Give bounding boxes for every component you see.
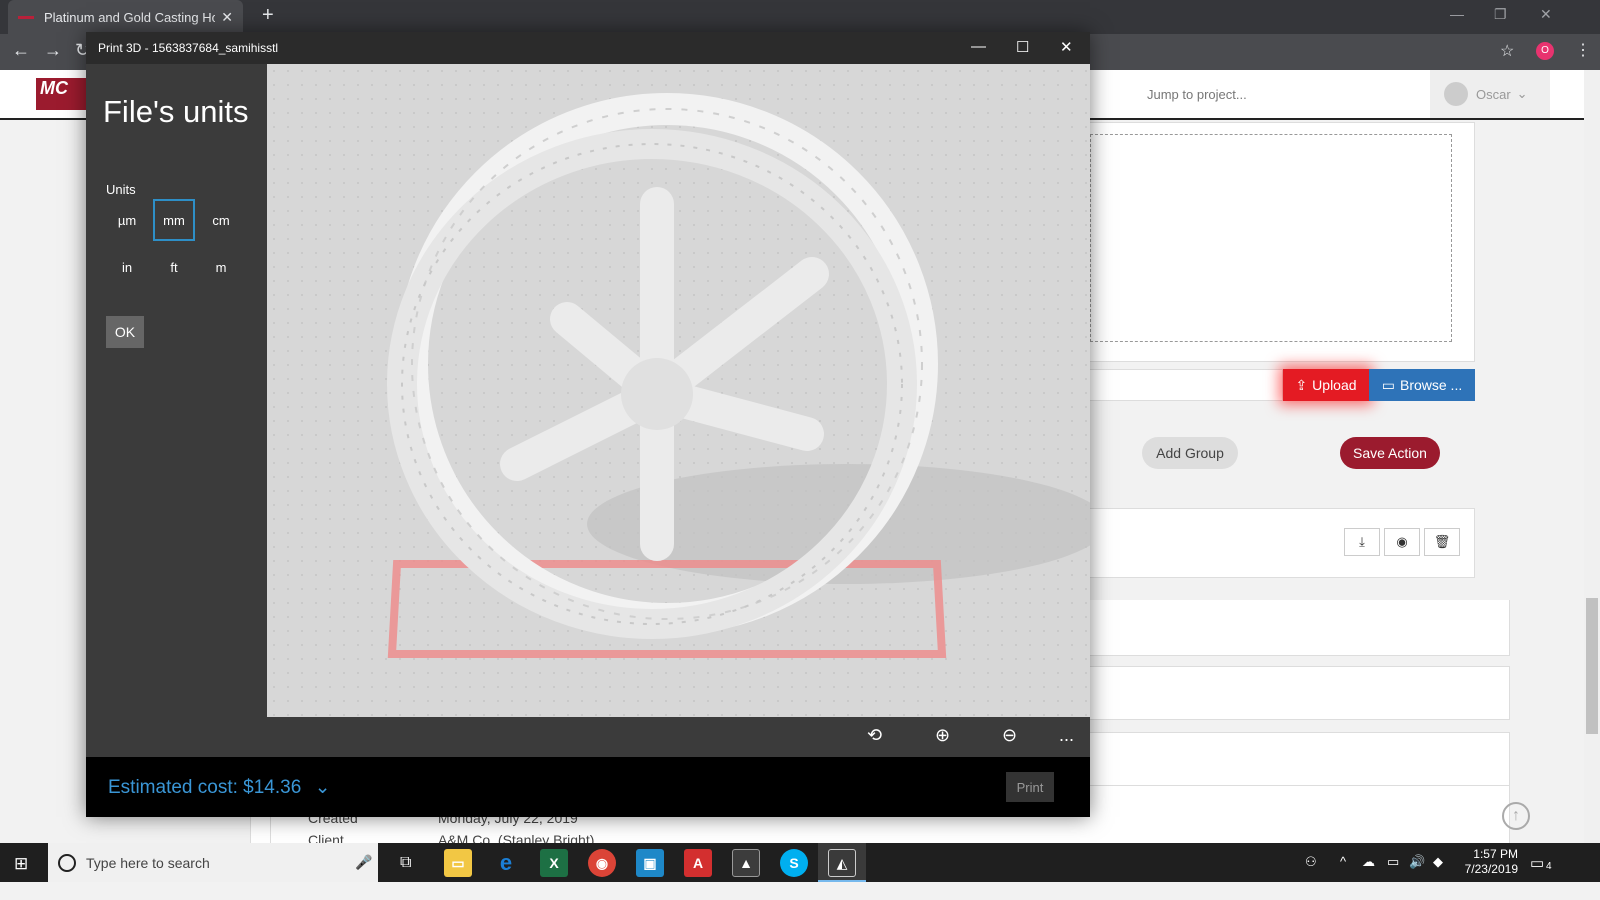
site-favicon-icon bbox=[18, 15, 34, 19]
bookmark-star-icon[interactable]: ☆ bbox=[1500, 41, 1514, 61]
browser-minimize-button[interactable]: — bbox=[1450, 6, 1464, 22]
unit-option-m[interactable]: m bbox=[200, 246, 242, 288]
download-button[interactable]: ⤓ bbox=[1344, 528, 1380, 556]
ok-button[interactable]: OK bbox=[106, 316, 144, 348]
save-action-button[interactable]: Save Action bbox=[1340, 437, 1440, 469]
remote-desktop-icon[interactable]: ▣ bbox=[636, 849, 664, 877]
folder-open-icon: ▭ bbox=[1381, 376, 1395, 393]
clock-time: 1:57 PM bbox=[1473, 847, 1518, 861]
user-avatar-icon bbox=[1444, 82, 1468, 106]
upload-icon: ⇪ bbox=[1295, 376, 1308, 393]
chevron-down-icon: ⌄ bbox=[314, 777, 331, 798]
unit-option-ft[interactable]: ft bbox=[153, 246, 195, 288]
forward-arrow-icon[interactable]: → bbox=[44, 40, 62, 61]
scrollbar-thumb[interactable] bbox=[1586, 598, 1598, 734]
upload-label: Upload bbox=[1312, 377, 1357, 393]
reset-view-icon[interactable]: ⟲ bbox=[867, 725, 882, 746]
section-panel bbox=[1080, 732, 1510, 786]
download-icon: ⤓ bbox=[1359, 534, 1365, 549]
system-clock[interactable]: 1:57 PM 7/23/2019 bbox=[1448, 847, 1518, 877]
user-name: Oscar bbox=[1476, 86, 1511, 102]
print3d-window: Print 3D - 1563837684_samihisstl — ☐ ✕ F… bbox=[86, 32, 1090, 817]
ring-model-render bbox=[387, 93, 1090, 658]
excel-icon[interactable]: X bbox=[540, 849, 568, 877]
print3d-taskbar-button[interactable]: ◭ bbox=[818, 843, 866, 882]
people-icon[interactable]: ⚇ bbox=[1305, 854, 1317, 870]
unit-option-cm[interactable]: cm bbox=[200, 199, 242, 241]
profile-avatar[interactable]: O bbox=[1536, 42, 1554, 60]
print3d-window-title: Print 3D - 1563837684_samihisstl bbox=[98, 41, 279, 55]
user-menu[interactable]: Oscar ⌄ bbox=[1430, 70, 1550, 118]
more-options-icon[interactable]: ... bbox=[1059, 725, 1074, 746]
zoom-in-icon[interactable]: ⊕ bbox=[935, 725, 950, 746]
add-group-button[interactable]: Add Group bbox=[1142, 437, 1238, 469]
print3d-maximize-button[interactable]: ☐ bbox=[1016, 38, 1029, 56]
estimated-cost-toggle[interactable]: Estimated cost: $14.36 ⌄ bbox=[108, 776, 330, 799]
file-explorer-icon[interactable]: ▭ bbox=[444, 849, 472, 877]
task-view-icon[interactable]: ⧉ bbox=[400, 854, 411, 872]
clock-date: 7/23/2019 bbox=[1464, 862, 1518, 876]
panel-heading: File's units bbox=[103, 94, 249, 129]
acrobat-icon[interactable]: A bbox=[684, 849, 712, 877]
search-placeholder: Type here to search bbox=[86, 854, 210, 871]
jump-to-project-input[interactable]: Jump to project... bbox=[1135, 70, 1425, 118]
upload-button[interactable]: ⇪ Upload bbox=[1283, 369, 1369, 401]
preview-button[interactable]: ◉ bbox=[1384, 528, 1420, 556]
unit-option-in[interactable]: in bbox=[106, 246, 148, 288]
show-hidden-icons-icon[interactable]: ^ bbox=[1340, 854, 1346, 869]
windows-start-icon[interactable]: ⊞ bbox=[14, 854, 28, 874]
section-panel bbox=[1080, 666, 1510, 720]
new-tab-button[interactable]: + bbox=[262, 4, 274, 27]
microphone-icon[interactable]: 🎤 bbox=[355, 854, 372, 871]
back-arrow-icon[interactable]: ← bbox=[12, 40, 30, 61]
photos-icon[interactable]: ▲ bbox=[732, 849, 760, 877]
zoom-out-icon[interactable]: ⊖ bbox=[1002, 725, 1017, 746]
print-button[interactable]: Print bbox=[1006, 772, 1054, 802]
taskbar-search-box[interactable]: Type here to search bbox=[48, 843, 378, 882]
cortana-icon bbox=[58, 853, 76, 872]
eye-icon: ◉ bbox=[1396, 534, 1408, 549]
estimated-cost-text: Estimated cost: $14.36 bbox=[108, 777, 302, 798]
tab-title: Platinum and Gold Casting House bbox=[44, 9, 216, 25]
browse-button[interactable]: ▭ Browse ... bbox=[1369, 369, 1475, 401]
scroll-to-top-button[interactable]: ↑ bbox=[1502, 802, 1530, 830]
windows-taskbar: ⊞ Type here to search 🎤 ⧉ ▭ e X ◉ ▣ A ▲ … bbox=[0, 843, 1600, 882]
units-side-panel: File's units Units µm mm cm in ft m OK bbox=[86, 64, 267, 757]
chevron-down-icon: ⌄ bbox=[1516, 86, 1528, 101]
volume-icon[interactable]: 🔊 bbox=[1409, 854, 1425, 870]
trash-icon: 🗑 bbox=[1433, 534, 1451, 549]
browser-tab-bar: Platinum and Gold Casting House ✕ + — ❐ … bbox=[0, 0, 1600, 34]
section-panel bbox=[1080, 600, 1510, 656]
dropbox-icon[interactable]: ◆ bbox=[1433, 854, 1443, 870]
action-center-icon[interactable]: ▭ bbox=[1530, 854, 1544, 872]
browser-close-button[interactable]: ✕ bbox=[1540, 6, 1552, 23]
page-scrollbar[interactable] bbox=[1584, 70, 1600, 860]
browser-tab[interactable]: Platinum and Gold Casting House ✕ bbox=[8, 0, 243, 34]
chrome-icon[interactable]: ◉ bbox=[588, 849, 616, 877]
network-icon[interactable]: ▭ bbox=[1387, 854, 1399, 870]
file-dropzone[interactable] bbox=[1090, 134, 1452, 342]
browser-restore-button[interactable]: ❐ bbox=[1494, 6, 1507, 23]
browser-menu-icon[interactable]: ⋮ bbox=[1575, 40, 1591, 60]
onedrive-icon[interactable]: ☁ bbox=[1362, 854, 1375, 870]
viewport-toolbar: ⟲ ⊕ ⊖ ... bbox=[267, 717, 1090, 757]
unit-option-mm[interactable]: mm bbox=[153, 199, 195, 241]
print3d-minimize-button[interactable]: — bbox=[971, 38, 986, 55]
browse-label: Browse ... bbox=[1399, 377, 1463, 393]
unit-option-um[interactable]: µm bbox=[106, 199, 148, 241]
3d-model-viewport[interactable] bbox=[267, 64, 1090, 717]
edge-browser-icon[interactable]: e bbox=[492, 849, 520, 877]
notification-count-badge: 4 bbox=[1546, 861, 1552, 872]
units-label: Units bbox=[106, 182, 136, 197]
print3d-titlebar: Print 3D - 1563837684_samihisstl bbox=[86, 32, 1090, 64]
print3d-app-icon: ◭ bbox=[828, 849, 856, 877]
close-tab-icon[interactable]: ✕ bbox=[221, 9, 233, 26]
print3d-close-button[interactable]: ✕ bbox=[1060, 38, 1073, 56]
file-path-input[interactable] bbox=[1080, 369, 1283, 401]
delete-button[interactable]: 🗑 bbox=[1424, 528, 1460, 556]
skype-icon[interactable]: S bbox=[780, 849, 808, 877]
cost-bar: Estimated cost: $14.36 ⌄ Print bbox=[86, 757, 1090, 817]
